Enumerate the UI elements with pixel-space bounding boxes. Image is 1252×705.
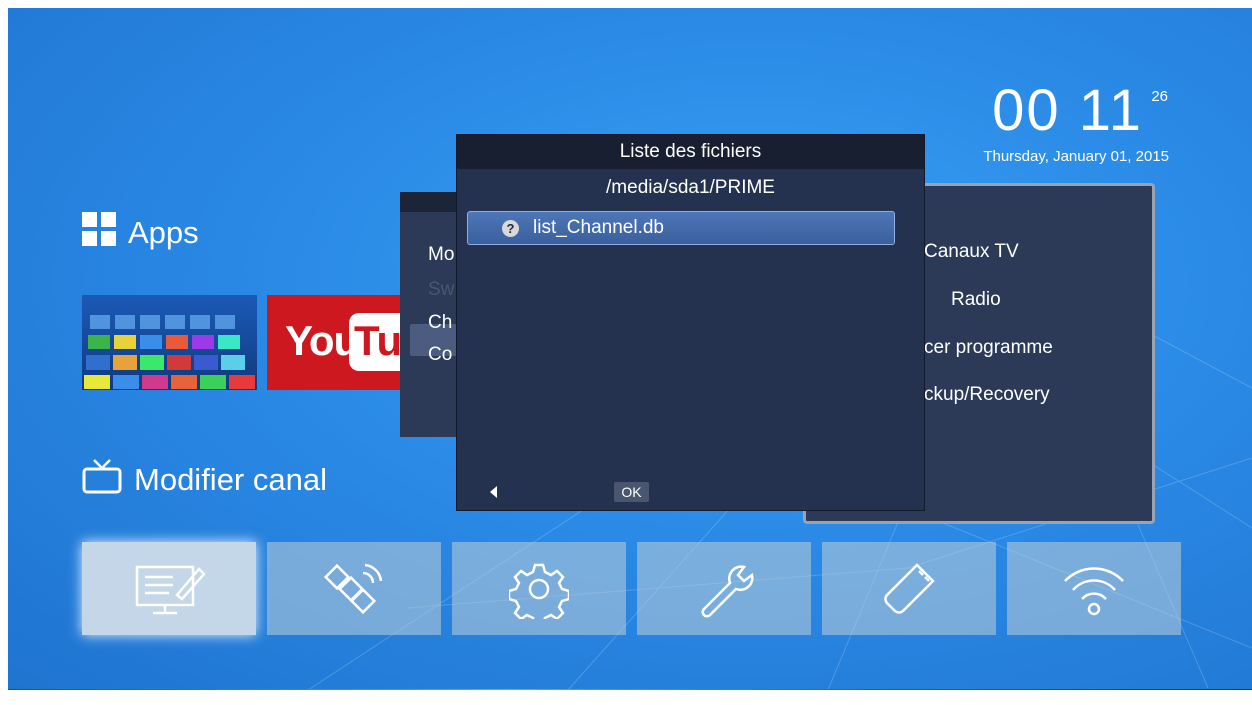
file-list-dialog: Liste des fichiers /media/sda1/PRIME ? l… [456,134,925,511]
menu-item-radio[interactable]: Radio [951,289,1001,311]
dialog-title: Liste des fichiers [457,135,924,169]
modifier-title-label: Modifier canal [134,462,327,497]
clock-seconds: 26 [1151,88,1168,105]
youtube-tile[interactable]: You Tub [267,295,407,390]
usb-tile[interactable] [822,542,996,635]
clock-date: Thursday, January 01, 2015 [983,148,1169,165]
tv-screen: 00 11 26 Thursday, January 01, 2015 Apps [8,8,1252,690]
menu-item-mo[interactable]: Mo [428,244,454,266]
dialog-path: /media/sda1/PRIME [606,177,775,198]
menu-item-sw[interactable]: Sw [428,279,454,301]
wrench-icon [701,564,754,617]
usb-icon [884,562,935,614]
tools-tile[interactable] [637,542,811,635]
edit-list-icon [135,565,206,614]
menu-item-co[interactable]: Co [428,344,452,366]
file-row[interactable]: ? list_Channel.db [467,211,895,245]
modifier-canal-title: Modifier canal [82,458,327,502]
app-grid-icon [84,315,255,389]
tv-icon [82,458,122,502]
wifi-tile[interactable] [1007,542,1181,635]
satellite-icon [323,563,383,614]
app-store-tile[interactable] [82,295,257,390]
gear-icon [509,563,569,619]
edit-list-tile[interactable] [82,542,256,635]
menu-item-ch[interactable]: Ch [428,312,452,334]
menu-item-programme[interactable]: cer programme [924,337,1053,359]
left-arrow-icon[interactable] [490,486,497,498]
satellite-tile[interactable] [267,542,441,635]
wifi-icon [1064,566,1124,615]
menu-item-backup-recovery[interactable]: ckup/Recovery [924,384,1050,406]
menu-item-canaux-tv[interactable]: Canaux TV [924,241,1019,263]
question-icon: ? [502,219,519,237]
file-name: list_Channel.db [533,217,664,238]
ok-button[interactable]: OK [614,482,649,502]
bottom-band [8,689,1252,690]
apps-section-title: Apps [82,212,199,254]
apps-grid-icon [82,212,116,254]
apps-title-label: Apps [128,215,199,250]
clock-time: 00 11 [992,78,1143,143]
youtube-logo-text: You [285,317,359,364]
settings-tile[interactable] [452,542,626,635]
